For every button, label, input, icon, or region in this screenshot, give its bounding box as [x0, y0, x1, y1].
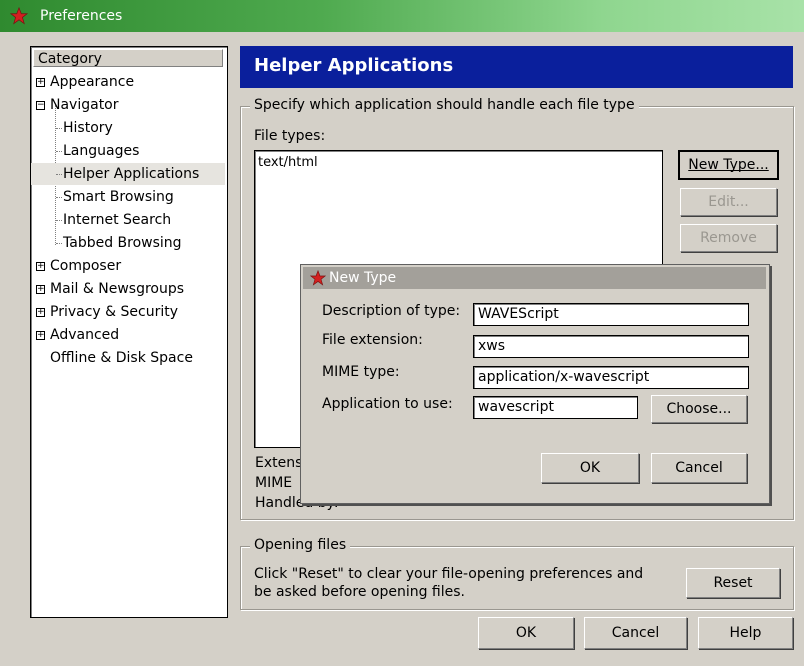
tree-line [56, 220, 62, 221]
expand-icon[interactable]: + [36, 285, 45, 294]
choose-button[interactable]: Choose... [651, 395, 747, 423]
dialog-ok-button[interactable]: OK [541, 453, 639, 483]
page-title: Helper Applications [240, 46, 793, 88]
dialog-title-bar[interactable]: New Type [303, 267, 766, 289]
sidebar-item-label: Helper Applications [63, 166, 200, 182]
sidebar-item-helper-applications[interactable]: Helper Applications [31, 163, 225, 185]
tree-line [56, 128, 62, 129]
mime-detail-label: MIME [255, 475, 293, 491]
tree-line [56, 174, 62, 175]
category-header[interactable]: Category [33, 49, 223, 67]
reset-label: Reset [713, 575, 753, 591]
sidebar-item-label: Internet Search [63, 212, 172, 228]
extension-label: File extension: [322, 332, 423, 348]
cancel-label: Cancel [611, 625, 660, 641]
sidebar-item-label: Smart Browsing [63, 189, 174, 205]
mime-label: MIME type: [322, 364, 400, 380]
expand-icon[interactable]: + [36, 262, 45, 271]
help-label: Help [729, 625, 762, 641]
reset-button[interactable]: Reset [686, 568, 780, 598]
list-item[interactable]: text/html [258, 155, 318, 170]
group-legend: Specify which application should handle … [250, 97, 639, 113]
star-icon [9, 6, 29, 29]
dialog-cancel-label: Cancel [675, 460, 723, 476]
remove-label: Remove [700, 230, 757, 246]
edit-button[interactable]: Edit... [680, 188, 777, 216]
mime-field[interactable]: application/x-wavescript [473, 366, 749, 389]
cancel-button[interactable]: Cancel [584, 617, 687, 649]
remove-button[interactable]: Remove [680, 224, 777, 252]
window-title: Preferences [40, 8, 123, 24]
sidebar-item-label: Appearance [50, 74, 135, 90]
dialog-title: New Type [329, 270, 397, 286]
ok-label: OK [515, 625, 537, 641]
collapse-icon[interactable]: − [36, 101, 45, 110]
sidebar-item-label: Languages [63, 143, 140, 159]
sidebar-item-label: Tabbed Browsing [63, 235, 182, 251]
expand-icon[interactable]: + [36, 78, 45, 87]
edit-label: Edit... [708, 194, 749, 210]
sidebar-item-label: Advanced [50, 327, 120, 343]
sidebar-item-label: History [63, 120, 113, 136]
new-type-button[interactable]: New Type... [678, 150, 779, 180]
sidebar-item-label: Composer [50, 258, 122, 274]
file-types-label: File types: [254, 128, 326, 144]
new-type-label: New Type... [688, 157, 769, 173]
expand-icon[interactable]: + [36, 331, 45, 340]
tree-line [56, 151, 62, 152]
opening-files-legend: Opening files [250, 537, 351, 553]
ok-button[interactable]: OK [478, 617, 574, 649]
description-label: Description of type: [322, 303, 461, 319]
tree-line [56, 243, 62, 244]
category-tree[interactable]: Category + Appearance − Navigator Histor… [30, 46, 228, 618]
star-icon [309, 269, 327, 290]
title-bar[interactable]: Preferences [0, 0, 804, 32]
choose-label: Choose... [666, 401, 732, 417]
sidebar-item-label: Offline & Disk Space [50, 350, 193, 366]
dialog-ok-label: OK [579, 460, 601, 476]
opening-files-text: be asked before opening files. [254, 584, 465, 600]
sidebar-item-label: Navigator [50, 97, 119, 113]
dialog-cancel-button[interactable]: Cancel [651, 453, 747, 483]
expand-icon[interactable]: + [36, 308, 45, 317]
application-label: Application to use: [322, 396, 453, 412]
extension-detail-label: Extens [255, 455, 303, 471]
sidebar-item-label: Privacy & Security [50, 304, 178, 320]
extension-field[interactable]: xws [473, 335, 749, 358]
help-button[interactable]: Help [698, 617, 793, 649]
sidebar-item-label: Mail & Newsgroups [50, 281, 185, 297]
opening-files-text: Click "Reset" to clear your file-opening… [254, 566, 644, 582]
new-type-dialog[interactable]: New Type Description of type: WAVEScript… [300, 264, 770, 504]
tree-line [56, 197, 62, 198]
application-field[interactable]: wavescript [473, 396, 638, 419]
description-field[interactable]: WAVEScript [473, 303, 749, 326]
